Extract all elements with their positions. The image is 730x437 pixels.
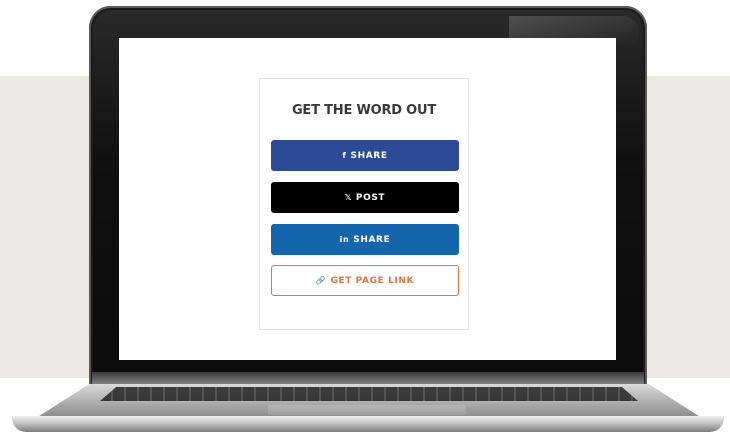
x-icon: 𝕏 bbox=[344, 193, 352, 202]
facebook-share-button[interactable]: f SHARE bbox=[271, 140, 459, 171]
share-card: GET THE WORD OUT f SHARE 𝕏 POST in SHARE… bbox=[259, 78, 469, 330]
linkedin-icon: in bbox=[339, 235, 350, 244]
laptop-keyboard bbox=[100, 387, 638, 401]
laptop-screen: GET THE WORD OUT f SHARE 𝕏 POST in SHARE… bbox=[119, 38, 616, 360]
share-card-title: GET THE WORD OUT bbox=[291, 103, 437, 118]
x-post-button[interactable]: 𝕏 POST bbox=[271, 182, 459, 213]
linkedin-share-label: SHARE bbox=[353, 234, 391, 245]
link-icon: 🔗 bbox=[315, 276, 327, 285]
linkedin-share-button[interactable]: in SHARE bbox=[271, 224, 459, 255]
facebook-icon: f bbox=[342, 151, 347, 160]
facebook-share-label: SHARE bbox=[350, 150, 388, 161]
laptop-hinge bbox=[92, 372, 644, 386]
x-post-label: POST bbox=[355, 192, 386, 203]
laptop-front-edge bbox=[12, 416, 724, 432]
laptop-trackpad bbox=[268, 405, 466, 415]
get-page-link-label: GET PAGE LINK bbox=[330, 275, 415, 286]
get-page-link-button[interactable]: 🔗 GET PAGE LINK bbox=[271, 265, 459, 296]
